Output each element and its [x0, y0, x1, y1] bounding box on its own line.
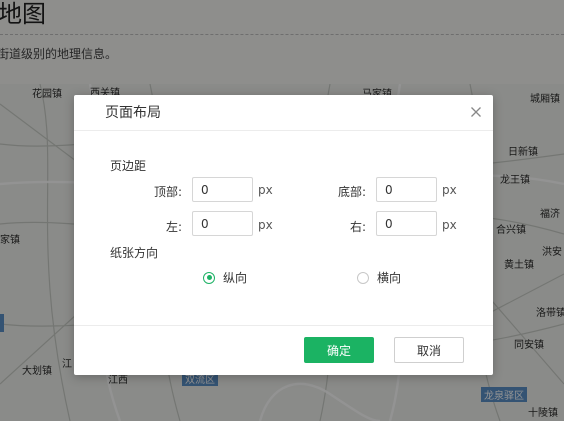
- page-layout-dialog: 页面布局 页边距 顶部: px 底部: px 左: px 右: px 纸张方向 …: [74, 95, 493, 375]
- right-margin-input[interactable]: [376, 211, 437, 236]
- right-margin-unit: px: [442, 218, 457, 232]
- cancel-button[interactable]: 取消: [394, 337, 464, 363]
- bottom-margin-label: 底部:: [337, 185, 366, 199]
- close-icon: [468, 104, 484, 120]
- close-button[interactable]: [468, 104, 484, 120]
- portrait-radio-indicator[interactable]: [203, 271, 215, 284]
- landscape-radio-label: 横向: [377, 271, 402, 285]
- top-margin-input[interactable]: [192, 177, 253, 202]
- portrait-radio-label: 纵向: [223, 271, 248, 285]
- left-margin-input[interactable]: [192, 211, 253, 236]
- bottom-margin-unit: px: [442, 183, 457, 197]
- orientation-section-label: 纸张方向: [110, 246, 159, 260]
- top-margin-label: 顶部:: [153, 185, 182, 199]
- dialog-footer: 确定 取消: [74, 325, 493, 376]
- margins-section-label: 页边距: [110, 159, 147, 173]
- right-margin-label: 右:: [349, 220, 366, 234]
- confirm-button[interactable]: 确定: [304, 337, 374, 363]
- dialog-title: 页面布局: [105, 105, 161, 121]
- bottom-margin-input[interactable]: [376, 177, 437, 202]
- left-margin-unit: px: [258, 218, 273, 232]
- top-margin-unit: px: [258, 183, 273, 197]
- dialog-header: 页面布局: [74, 95, 493, 131]
- landscape-radio-indicator[interactable]: [357, 271, 369, 284]
- landscape-radio[interactable]: 横向: [357, 269, 401, 286]
- left-margin-label: 左:: [165, 220, 182, 234]
- portrait-radio[interactable]: 纵向: [203, 269, 247, 286]
